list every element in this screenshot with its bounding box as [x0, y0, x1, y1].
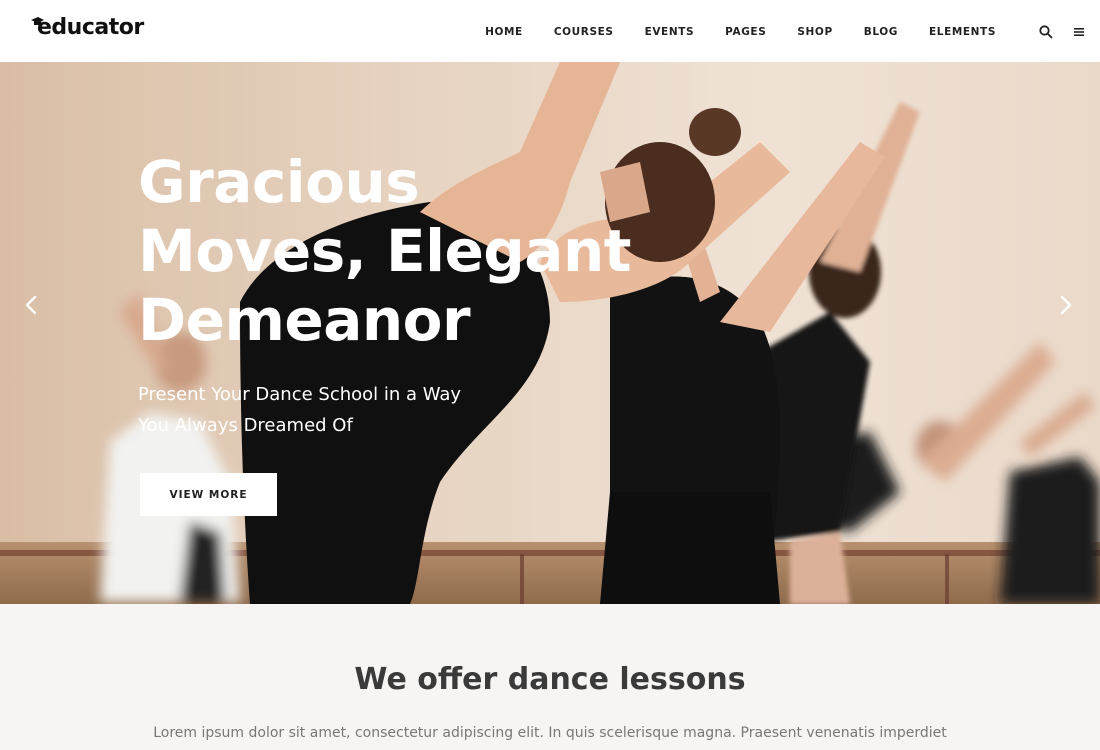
hero-subtitle: Present Your Dance School in a Way You A…	[138, 379, 658, 441]
nav-item-courses[interactable]: COURSES	[554, 24, 614, 40]
nav-item-blog[interactable]: BLOG	[864, 24, 898, 40]
nav-item-home[interactable]: HOME	[485, 24, 523, 40]
chevron-left-icon[interactable]	[22, 294, 40, 316]
intro-section: We offer dance lessons Lorem ipsum dolor…	[0, 604, 1100, 750]
nav-item-shop[interactable]: SHOP	[797, 24, 832, 40]
hero-slider: Gracious Moves, Elegant Demeanor Present…	[0, 62, 1100, 604]
nav-item-pages[interactable]: PAGES	[725, 24, 766, 40]
hero-title: Gracious Moves, Elegant Demeanor	[138, 148, 658, 355]
section-description: Lorem ipsum dolor sit amet, consectetur …	[153, 725, 947, 741]
hero-subtitle-line: Present Your Dance School in a Way	[138, 384, 462, 405]
chevron-right-icon[interactable]	[1057, 294, 1075, 316]
logo-text: educator	[37, 15, 144, 40]
hero-title-line: Gracious	[138, 148, 420, 216]
hamburger-menu-icon[interactable]	[1072, 25, 1086, 39]
hero-title-line: Moves, Elegant	[138, 217, 631, 285]
site-header: educator HOME COURSES EVENTS PAGES SHOP …	[0, 0, 1100, 62]
search-icon[interactable]	[1038, 24, 1054, 40]
main-nav: HOME COURSES EVENTS PAGES SHOP BLOG ELEM…	[454, 24, 996, 40]
view-more-button[interactable]: VIEW MORE	[140, 473, 277, 516]
nav-item-elements[interactable]: ELEMENTS	[929, 24, 996, 40]
section-title: We offer dance lessons	[354, 662, 746, 697]
hero-subtitle-line: You Always Dreamed Of	[138, 415, 353, 436]
nav-item-events[interactable]: EVENTS	[645, 24, 695, 40]
hero-title-line: Demeanor	[138, 286, 471, 354]
hero-text-block: Gracious Moves, Elegant Demeanor Present…	[138, 148, 658, 441]
